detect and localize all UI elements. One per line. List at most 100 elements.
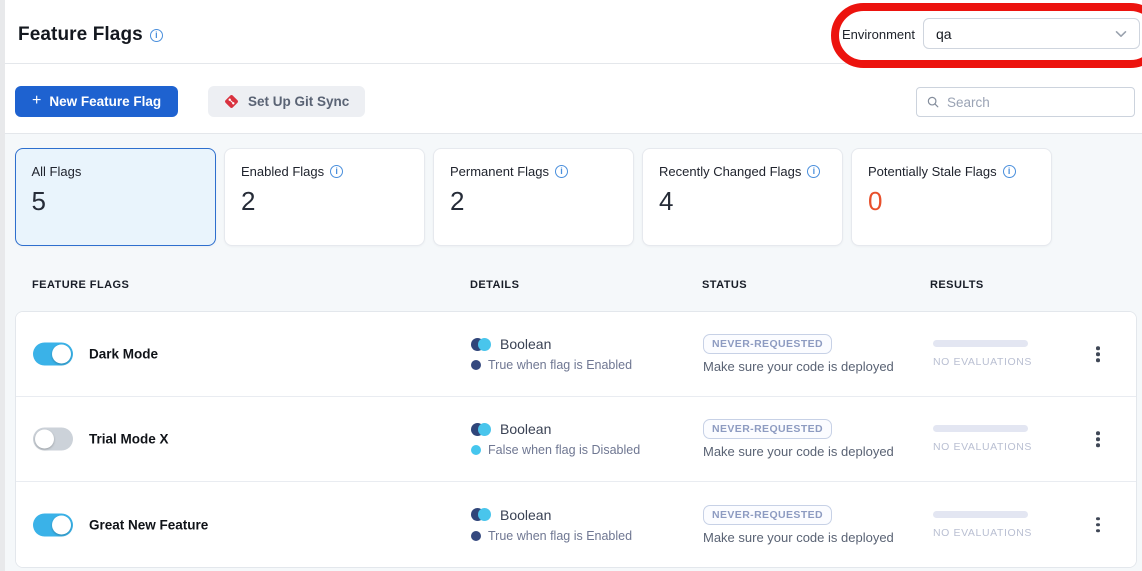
stat-card-label-row: Permanent Flags i <box>450 164 617 179</box>
flag-value-line: True when flag is Enabled <box>471 358 632 372</box>
flag-name[interactable]: Trial Mode X <box>89 432 169 447</box>
environment-label: Environment <box>842 27 915 42</box>
flag-details: Boolean True when flag is Enabled <box>471 336 632 372</box>
info-icon[interactable]: i <box>1003 165 1016 178</box>
search-icon <box>927 95 939 109</box>
page-left-edge <box>0 0 5 571</box>
flag-details: Boolean False when flag is Disabled <box>471 421 640 457</box>
flag-type-line: Boolean <box>471 336 632 352</box>
flag-status: NEVER-REQUESTED Make sure your code is d… <box>703 505 894 545</box>
chevron-down-icon <box>1115 30 1127 38</box>
flag-name[interactable]: Great New Feature <box>89 517 208 532</box>
toggle-knob <box>52 515 71 534</box>
status-badge: NEVER-REQUESTED <box>703 419 832 439</box>
setup-git-sync-button[interactable]: Set Up Git Sync <box>208 86 365 117</box>
setup-git-sync-label: Set Up Git Sync <box>248 94 349 109</box>
flag-results: NO EVALUATIONS <box>933 425 1032 453</box>
stat-card-label: Permanent Flags <box>450 164 549 179</box>
flag-type-label: Boolean <box>500 421 551 437</box>
results-text: NO EVALUATIONS <box>933 527 1032 539</box>
feature-flags-page: Feature Flags i Environment qa + New Fea… <box>0 0 1142 571</box>
table-row: Great New Feature Boolean True when flag… <box>16 482 1136 567</box>
search-box <box>916 87 1135 117</box>
info-icon[interactable]: i <box>807 165 820 178</box>
status-text: Make sure your code is deployed <box>703 359 894 374</box>
new-feature-flag-label: New Feature Flag <box>49 94 161 109</box>
flag-status: NEVER-REQUESTED Make sure your code is d… <box>703 419 894 459</box>
stat-card-value: 5 <box>32 186 200 217</box>
kebab-menu-icon[interactable] <box>1088 511 1108 539</box>
stat-card-label: All Flags <box>32 164 82 179</box>
value-dot-icon <box>471 531 481 541</box>
stat-card-label-row: Potentially Stale Flags i <box>868 164 1035 179</box>
flag-results: NO EVALUATIONS <box>933 340 1032 368</box>
status-text: Make sure your code is deployed <box>703 530 894 545</box>
flag-value-text: False when flag is Disabled <box>488 443 640 457</box>
status-badge: NEVER-REQUESTED <box>703 334 832 354</box>
stat-card-label-row: All Flags <box>32 164 200 179</box>
flag-results: NO EVALUATIONS <box>933 511 1032 539</box>
column-header-details: DETAILS <box>470 279 519 291</box>
stat-card-label: Potentially Stale Flags <box>868 164 997 179</box>
stat-card-label: Enabled Flags <box>241 164 324 179</box>
status-text: Make sure your code is deployed <box>703 444 894 459</box>
status-badge: NEVER-REQUESTED <box>703 505 832 525</box>
stats-cards: All Flags 5 Enabled Flags i 2 Permanent … <box>15 148 1052 246</box>
flag-name[interactable]: Dark Mode <box>89 347 158 362</box>
value-dot-icon <box>471 360 481 370</box>
header-divider <box>0 63 1142 64</box>
value-dot-icon <box>471 445 481 455</box>
plus-icon: + <box>32 93 41 109</box>
flags-section: All Flags 5 Enabled Flags i 2 Permanent … <box>0 133 1142 571</box>
toggle-knob <box>35 430 54 449</box>
stat-card-potentially-stale-flags[interactable]: Potentially Stale Flags i 0 <box>851 148 1052 246</box>
environment-select[interactable]: qa <box>923 18 1140 49</box>
stat-card-value: 2 <box>450 186 617 217</box>
stat-card-value: 2 <box>241 186 408 217</box>
flag-toggle[interactable] <box>33 428 73 451</box>
search-input[interactable] <box>947 95 1124 110</box>
flag-value-text: True when flag is Enabled <box>488 358 632 372</box>
column-header-results: RESULTS <box>930 279 984 291</box>
stat-card-all-flags[interactable]: All Flags 5 <box>15 148 216 246</box>
table-row: Dark Mode Boolean True when flag is Enab… <box>16 312 1136 397</box>
results-text: NO EVALUATIONS <box>933 441 1032 453</box>
flag-toggle[interactable] <box>33 513 73 536</box>
table-row: Trial Mode X Boolean False when flag is … <box>16 397 1136 482</box>
toggle-knob <box>52 345 71 364</box>
flag-type-line: Boolean <box>471 421 640 437</box>
boolean-type-icon <box>471 508 491 521</box>
kebab-menu-icon[interactable] <box>1088 425 1108 453</box>
results-progress-bar <box>933 425 1028 432</box>
flag-status: NEVER-REQUESTED Make sure your code is d… <box>703 334 894 374</box>
info-icon[interactable]: i <box>555 165 568 178</box>
new-feature-flag-button[interactable]: + New Feature Flag <box>15 86 178 117</box>
stat-card-label: Recently Changed Flags <box>659 164 801 179</box>
flag-type-line: Boolean <box>471 507 632 523</box>
flag-toggle[interactable] <box>33 343 73 366</box>
info-icon[interactable]: i <box>330 165 343 178</box>
flag-value-text: True when flag is Enabled <box>488 529 632 543</box>
stat-card-label-row: Recently Changed Flags i <box>659 164 826 179</box>
boolean-type-icon <box>471 338 491 351</box>
results-text: NO EVALUATIONS <box>933 356 1032 368</box>
info-icon[interactable]: i <box>150 29 163 42</box>
stat-card-recently-changed-flags[interactable]: Recently Changed Flags i 4 <box>642 148 843 246</box>
column-header-status: STATUS <box>702 279 747 291</box>
flag-type-label: Boolean <box>500 507 551 523</box>
stat-card-value: 4 <box>659 186 826 217</box>
stat-card-label-row: Enabled Flags i <box>241 164 408 179</box>
stat-card-value: 0 <box>868 186 1035 217</box>
feature-flags-table: Dark Mode Boolean True when flag is Enab… <box>15 311 1137 568</box>
environment-selected-value: qa <box>936 26 952 42</box>
flag-value-line: False when flag is Disabled <box>471 443 640 457</box>
stat-card-enabled-flags[interactable]: Enabled Flags i 2 <box>224 148 425 246</box>
git-icon <box>224 94 239 109</box>
kebab-menu-icon[interactable] <box>1088 340 1108 368</box>
stat-card-permanent-flags[interactable]: Permanent Flags i 2 <box>433 148 634 246</box>
boolean-type-icon <box>471 423 491 436</box>
results-progress-bar <box>933 511 1028 518</box>
flag-details: Boolean True when flag is Enabled <box>471 507 632 543</box>
flag-value-line: True when flag is Enabled <box>471 529 632 543</box>
flag-type-label: Boolean <box>500 336 551 352</box>
